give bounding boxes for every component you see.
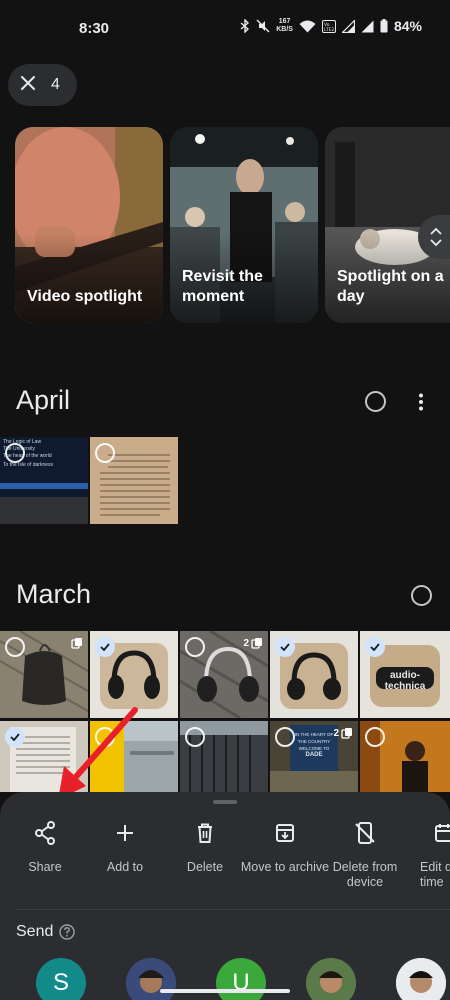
archive-icon: [276, 824, 294, 842]
move-to-archive-button[interactable]: Move to archive: [240, 818, 330, 875]
sheet-divider: [16, 909, 450, 910]
delete-button[interactable]: Delete: [160, 818, 250, 875]
contact-avatar[interactable]: [396, 958, 446, 1000]
contact-avatar[interactable]: [306, 958, 356, 1000]
add-to-button[interactable]: Add to: [80, 818, 170, 875]
contact-avatar[interactable]: U: [216, 958, 266, 1000]
contact-avatar[interactable]: [126, 958, 176, 1000]
gesture-nav-bar[interactable]: [160, 989, 290, 993]
calendar-icon: [435, 824, 450, 842]
delete-from-device-button[interactable]: Delete from device: [320, 818, 410, 890]
avatar-photo: [126, 958, 176, 1000]
help-icon[interactable]: [59, 924, 76, 940]
share-icon: [35, 821, 55, 845]
avatar-photo: [306, 958, 356, 1000]
edit-date-time-button[interactable]: Edit date and time: [398, 818, 450, 890]
contact-avatar[interactable]: S: [36, 958, 86, 1000]
share-button[interactable]: Share: [0, 818, 90, 875]
trash-icon: [198, 823, 212, 843]
avatar-photo: [396, 958, 446, 1000]
send-heading: Send: [16, 923, 76, 941]
phone-off-icon: [355, 822, 375, 844]
sheet-drag-handle[interactable]: [213, 800, 237, 804]
add-icon: [117, 825, 133, 841]
